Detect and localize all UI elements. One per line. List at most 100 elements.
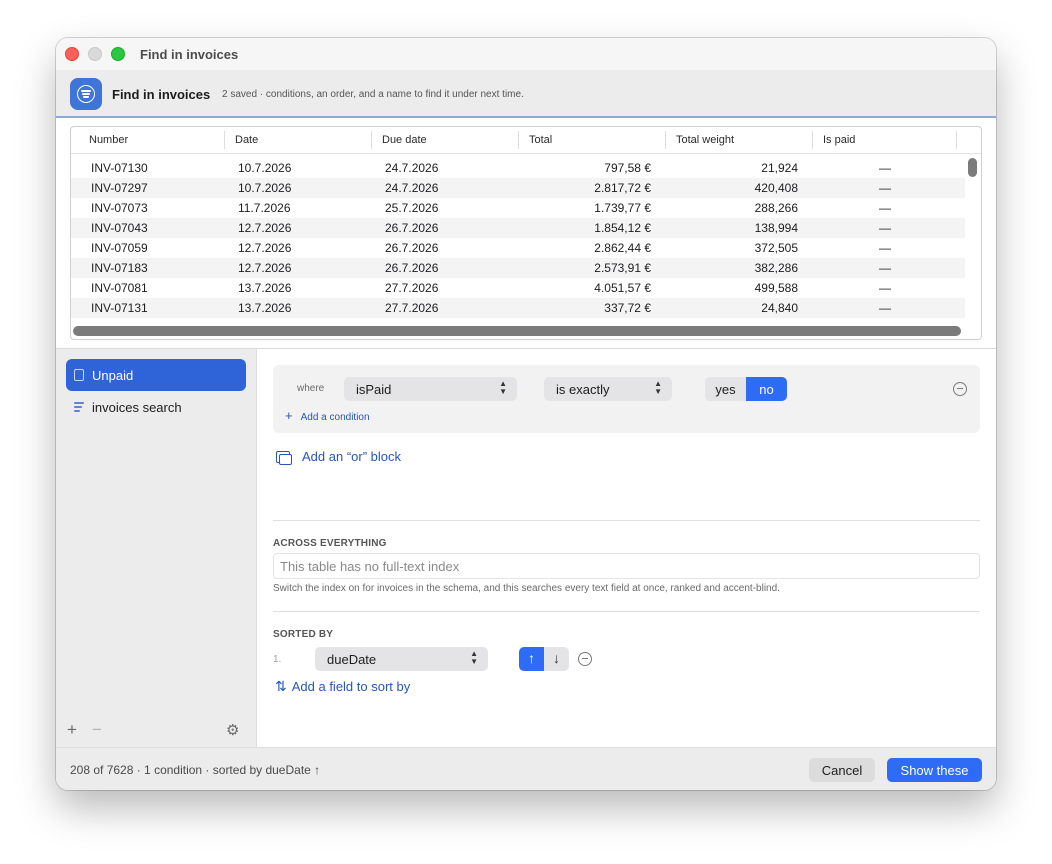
cell-total: 2.862,44 € xyxy=(594,241,651,255)
cell-number: INV-07081 xyxy=(91,281,148,295)
add-or-block-label: Add an “or” block xyxy=(302,449,401,464)
operator-select-value: is exactly xyxy=(556,382,610,397)
cell-total-weight: 372,505 xyxy=(754,241,798,255)
saved-searches-sidebar: Unpaid invoices search + − ⚙ xyxy=(56,349,257,747)
cell-number: INV-07059 xyxy=(91,241,148,255)
arrow-down-icon[interactable]: ↓ xyxy=(544,647,569,671)
field-select-value: isPaid xyxy=(356,382,392,397)
cell-total-weight: 24,840 xyxy=(761,301,798,315)
search-editor: where isPaid ▲ ▼ is exactly ▲ ▼ yes no + Ad… xyxy=(258,349,996,747)
cell-due-date: 26.7.2026 xyxy=(385,261,439,275)
table-body: INV-07130 10.7.2026 24.7.2026 797,58 € 2… xyxy=(71,158,965,318)
cell-date: 12.7.2026 xyxy=(238,261,292,275)
result-status: 208 of 7628 · 1 condition · sorted by du… xyxy=(70,763,321,777)
sidebar-toolbar: + − ⚙ xyxy=(56,715,256,747)
cell-total: 4.051,57 € xyxy=(594,281,651,295)
gear-icon[interactable]: ⚙ xyxy=(226,721,239,739)
close-button[interactable] xyxy=(65,47,79,61)
cell-date: 13.7.2026 xyxy=(238,301,292,315)
cell-date: 10.7.2026 xyxy=(238,161,292,175)
cell-total-weight: 21,924 xyxy=(761,161,798,175)
table-row[interactable]: INV-07081 13.7.2026 27.7.2026 4.051,57 €… xyxy=(71,278,965,298)
value-no-button[interactable]: no xyxy=(746,377,787,401)
table-row[interactable]: INV-07059 12.7.2026 26.7.2026 2.862,44 €… xyxy=(71,238,965,258)
add-search-button[interactable]: + xyxy=(67,720,77,740)
lines-icon xyxy=(74,401,84,413)
document-icon xyxy=(74,369,84,381)
plus-icon: + xyxy=(285,408,293,423)
chevron-up-down-icon: ▲ ▼ xyxy=(470,649,478,666)
table-row[interactable]: INV-07131 13.7.2026 27.7.2026 337,72 € 2… xyxy=(71,298,965,318)
sort-arrows-icon: ⇅ xyxy=(275,678,287,694)
cell-date: 12.7.2026 xyxy=(238,221,292,235)
table-row[interactable]: INV-07043 12.7.2026 26.7.2026 1.854,12 €… xyxy=(71,218,965,238)
cell-total: 337,72 € xyxy=(604,301,651,315)
table-row[interactable]: INV-07183 12.7.2026 26.7.2026 2.573,91 €… xyxy=(71,258,965,278)
cell-number: INV-07130 xyxy=(91,161,148,175)
cell-is-paid: — xyxy=(879,181,891,195)
column-header-due-date[interactable]: Due date xyxy=(382,134,427,146)
cell-date: 12.7.2026 xyxy=(238,241,292,255)
column-header-total-weight[interactable]: Total weight xyxy=(676,134,734,146)
cancel-button[interactable]: Cancel xyxy=(809,758,875,782)
sort-field-select[interactable]: dueDate ▲ ▼ xyxy=(315,647,488,671)
remove-search-button[interactable]: − xyxy=(92,720,102,740)
cell-due-date: 26.7.2026 xyxy=(385,241,439,255)
cell-due-date: 24.7.2026 xyxy=(385,161,439,175)
cell-total-weight: 288,266 xyxy=(754,201,798,215)
cell-due-date: 26.7.2026 xyxy=(385,221,439,235)
add-sort-field-button[interactable]: ⇅ Add a field to sort by xyxy=(275,678,410,695)
cell-is-paid: — xyxy=(879,241,891,255)
sort-direction-toggle: ↑ ↓ xyxy=(519,647,569,671)
column-header-total[interactable]: Total xyxy=(529,134,552,146)
sidebar-item-invoices-search[interactable]: invoices search xyxy=(66,391,246,423)
cell-number: INV-07073 xyxy=(91,201,148,215)
title-bar: Find in invoices xyxy=(56,38,996,70)
cell-date: 10.7.2026 xyxy=(238,181,292,195)
show-these-button[interactable]: Show these xyxy=(887,758,982,782)
cell-due-date: 27.7.2026 xyxy=(385,281,439,295)
chevron-up-down-icon: ▲ ▼ xyxy=(654,379,662,396)
cell-number: INV-07043 xyxy=(91,221,148,235)
dialog-header: Find in invoices 2 saved · conditions, a… xyxy=(56,70,996,118)
arrow-up-icon[interactable]: ↑ xyxy=(519,647,544,671)
remove-sort-icon[interactable] xyxy=(578,652,592,666)
minimize-button[interactable] xyxy=(88,47,102,61)
cell-total-weight: 420,408 xyxy=(754,181,798,195)
results-table: Number Date Due date Total Total weight … xyxy=(70,126,982,340)
cell-total: 2.573,91 € xyxy=(594,261,651,275)
table-row[interactable]: INV-07297 10.7.2026 24.7.2026 2.817,72 €… xyxy=(71,178,965,198)
where-label: where xyxy=(297,383,325,394)
cell-date: 11.7.2026 xyxy=(238,201,291,215)
filter-icon xyxy=(70,78,102,110)
operator-select[interactable]: is exactly ▲ ▼ xyxy=(544,377,672,401)
column-header-number[interactable]: Number xyxy=(89,134,128,146)
table-row[interactable]: INV-07130 10.7.2026 24.7.2026 797,58 € 2… xyxy=(71,158,965,178)
dialog-footer: 208 of 7628 · 1 condition · sorted by du… xyxy=(56,747,996,790)
add-condition-button[interactable]: + Add a condition xyxy=(285,408,370,423)
cell-is-paid: — xyxy=(879,161,891,175)
cell-total-weight: 382,286 xyxy=(754,261,798,275)
column-header-date[interactable]: Date xyxy=(235,134,258,146)
value-yes-button[interactable]: yes xyxy=(705,377,746,401)
zoom-button[interactable] xyxy=(111,47,125,61)
sort-field-value: dueDate xyxy=(327,652,377,667)
cell-is-paid: — xyxy=(879,201,891,215)
cell-date: 13.7.2026 xyxy=(238,281,292,295)
fulltext-input[interactable]: This table has no full-text index xyxy=(273,553,980,579)
sidebar-item-unpaid[interactable]: Unpaid xyxy=(66,359,246,391)
sort-index: 1. xyxy=(273,654,282,665)
cell-is-paid: — xyxy=(879,221,891,235)
table-row[interactable]: INV-07073 11.7.2026 25.7.2026 1.739,77 €… xyxy=(71,198,965,218)
cell-total-weight: 138,994 xyxy=(754,221,798,235)
horizontal-scrollbar[interactable] xyxy=(73,326,961,336)
sort-heading: SORTED BY xyxy=(273,629,334,640)
vertical-scroll-thumb[interactable] xyxy=(968,158,977,177)
cell-total: 797,58 € xyxy=(604,161,651,175)
section-divider xyxy=(273,611,980,612)
remove-condition-icon[interactable] xyxy=(953,382,967,396)
field-select[interactable]: isPaid ▲ ▼ xyxy=(344,377,517,401)
column-header-is-paid[interactable]: Is paid xyxy=(823,134,855,146)
vertical-scrollbar[interactable] xyxy=(967,155,979,319)
cell-due-date: 25.7.2026 xyxy=(385,201,439,215)
